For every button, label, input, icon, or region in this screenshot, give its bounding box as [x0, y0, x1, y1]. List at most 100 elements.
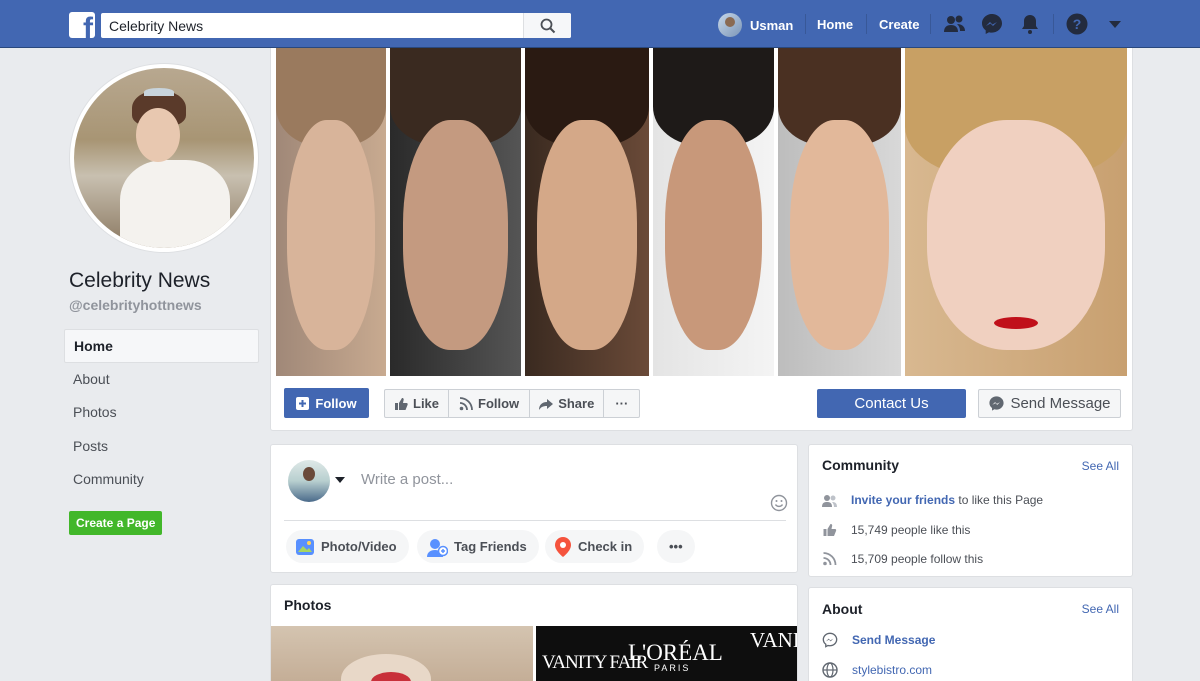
page-nav-photos[interactable]: Photos: [64, 396, 259, 430]
community-title[interactable]: Community: [822, 457, 899, 473]
profile-picture[interactable]: [70, 64, 258, 252]
tag-friends-label: Tag Friends: [454, 539, 527, 554]
facebook-logo-icon[interactable]: f: [69, 12, 95, 38]
write-post-input[interactable]: Write a post...: [361, 471, 453, 488]
notifications-bell-icon[interactable]: [1018, 12, 1042, 36]
follows-row: 15,709 people follow this: [822, 550, 983, 568]
about-see-all-link[interactable]: See All: [1082, 602, 1119, 616]
tag-friends-button[interactable]: Tag Friends: [417, 530, 539, 563]
search-icon: [540, 18, 556, 34]
about-website-link[interactable]: stylebistro.com: [852, 663, 932, 677]
messenger-icon: [989, 396, 1005, 411]
check-in-label: Check in: [578, 539, 633, 554]
nav-divider: [930, 14, 931, 34]
likes-row: 15,749 people like this: [822, 521, 970, 539]
cover-photo[interactable]: [276, 48, 1129, 376]
svg-text:?: ?: [1073, 16, 1082, 32]
likes-count: 15,749 people like this: [851, 523, 971, 537]
page-nav-home[interactable]: Home: [64, 329, 259, 363]
messenger-icon[interactable]: [980, 12, 1004, 36]
more-actions-label: ···: [615, 396, 629, 411]
search-input[interactable]: [101, 13, 523, 38]
emoji-icon[interactable]: [770, 494, 788, 512]
top-bar: f Usman Home Create ?: [0, 0, 1200, 48]
about-send-message-link[interactable]: Send Message: [852, 633, 935, 647]
follows-count: 15,709 people follow this: [851, 552, 984, 566]
photo-video-label: Photo/Video: [321, 539, 397, 554]
invite-friends-rest: to like this Page: [958, 493, 1044, 507]
send-message-button[interactable]: Send Message: [978, 389, 1121, 418]
create-page-button[interactable]: Create a Page: [69, 511, 163, 535]
cover-portrait-4: [653, 48, 774, 376]
like-button[interactable]: Like: [385, 390, 450, 417]
location-pin-icon: [555, 536, 571, 557]
follow-page-button[interactable]: Follow: [284, 388, 369, 418]
invite-friends-row: Invite your friends to like this Page: [822, 491, 1043, 509]
profile-photo-dress: [120, 160, 230, 248]
share-arrow-icon: [539, 398, 554, 410]
cover-portrait-6: [905, 48, 1127, 376]
nav-home-link[interactable]: Home: [817, 17, 853, 32]
chevron-down-icon[interactable]: [335, 477, 345, 483]
messenger-icon: [822, 632, 838, 648]
search-button[interactable]: [523, 13, 571, 38]
user-avatar: [718, 13, 742, 37]
photo-video-button[interactable]: Photo/Video: [286, 530, 409, 563]
photo-thumbnail-1[interactable]: [271, 626, 533, 681]
composer-more-label: •••: [669, 539, 683, 554]
rss-icon: [459, 396, 473, 410]
more-actions-button[interactable]: ···: [604, 390, 639, 417]
nav-divider: [1053, 14, 1054, 34]
composer-divider: [284, 520, 786, 521]
nav-profile-link[interactable]: Usman: [718, 13, 793, 37]
profile-photo: [74, 68, 254, 248]
community-see-all-link[interactable]: See All: [1082, 459, 1119, 473]
about-send-message-row: Send Message: [822, 631, 935, 649]
search-box: [101, 13, 571, 38]
community-card: Community See All Invite your friends to…: [808, 444, 1133, 577]
thumbs-up-icon: [823, 524, 837, 536]
profile-photo-face: [136, 108, 180, 162]
share-button[interactable]: Share: [530, 390, 605, 417]
photo-thumbnail-2[interactable]: VANITY FAIR L'ORÉAL PARIS VANIT: [536, 626, 797, 681]
help-icon[interactable]: ?: [1065, 12, 1089, 36]
share-label: Share: [558, 396, 595, 411]
photo-text-4: VANIT: [750, 628, 797, 652]
nav-user-name: Usman: [750, 17, 794, 33]
send-message-label: Send Message: [1010, 395, 1111, 412]
page-nav-posts[interactable]: Posts: [64, 430, 259, 464]
follow-plus-icon: [296, 396, 310, 410]
cover-portrait-5: [778, 48, 901, 376]
follow-button[interactable]: Follow: [449, 390, 531, 417]
page-title[interactable]: Celebrity News: [69, 269, 210, 293]
friend-requests-icon[interactable]: [943, 12, 967, 36]
invite-friends-link[interactable]: Invite your friends: [851, 493, 955, 507]
photo-icon: [296, 538, 314, 555]
page-handle[interactable]: @celebrityhottnews: [69, 297, 202, 313]
contact-us-button[interactable]: Contact Us: [817, 389, 966, 418]
page-action-bar: Follow Like Follow Share ··· Contact Us …: [271, 388, 1134, 419]
page-nav-about[interactable]: About: [64, 363, 259, 397]
nav-divider: [866, 14, 867, 34]
secondary-actions: Like Follow Share ···: [384, 389, 641, 418]
thumbs-up-icon: [395, 397, 408, 410]
nav-divider: [805, 14, 806, 34]
rss-icon: [823, 552, 837, 566]
about-title[interactable]: About: [822, 601, 862, 617]
composer-more-button[interactable]: •••: [657, 530, 695, 563]
page-nav-community[interactable]: Community: [64, 463, 259, 497]
invite-people-icon: [822, 494, 837, 507]
about-website-row: stylebistro.com: [822, 661, 932, 679]
nav-create-link[interactable]: Create: [879, 17, 919, 32]
cover-portrait-1: [276, 48, 386, 376]
like-label: Like: [413, 396, 440, 411]
account-menu-caret-icon[interactable]: [1103, 12, 1127, 36]
post-composer: Write a post... Photo/Video Tag Friends …: [270, 444, 798, 573]
photo-text-3: PARIS: [654, 663, 691, 673]
photos-title[interactable]: Photos: [284, 597, 331, 613]
globe-icon: [822, 662, 838, 678]
cover-card: Follow Like Follow Share ··· Contact Us …: [270, 48, 1133, 431]
photos-card: Photos VANITY FAIR L'ORÉAL PARIS VANIT: [270, 584, 798, 681]
check-in-button[interactable]: Check in: [545, 530, 645, 563]
profile-photo-tiara: [144, 88, 174, 96]
